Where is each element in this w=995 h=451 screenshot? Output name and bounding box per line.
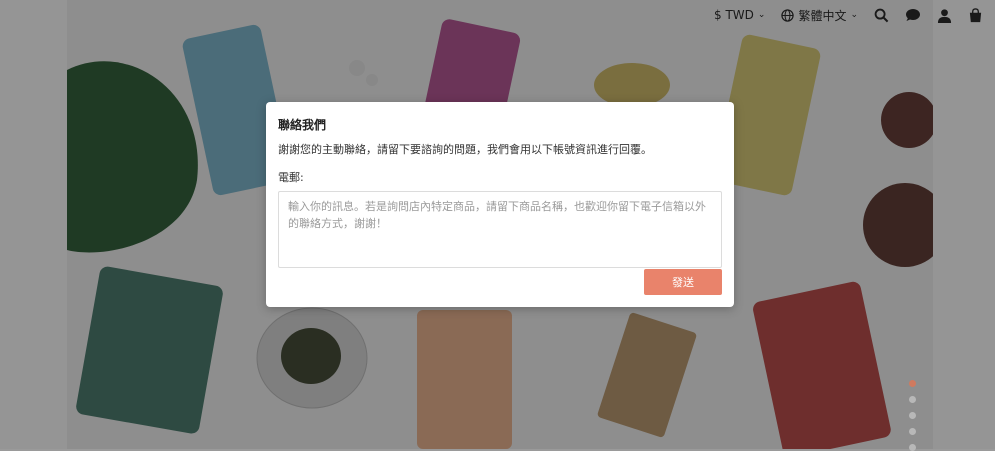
carousel-dots bbox=[909, 380, 916, 451]
chat-button[interactable] bbox=[905, 8, 921, 22]
search-button[interactable] bbox=[874, 8, 889, 23]
contact-modal: 聯絡我們 謝謝您的主動聯絡，請留下要諮詢的問題，我們會用以下帳號資訊進行回覆。 … bbox=[266, 102, 734, 307]
cart-button[interactable] bbox=[968, 7, 983, 23]
currency-selector[interactable]: $ TWD ⌄ bbox=[714, 8, 765, 22]
page-margin-right bbox=[933, 0, 995, 449]
modal-title: 聯絡我們 bbox=[278, 118, 327, 132]
message-input[interactable] bbox=[278, 191, 722, 268]
currency-label: $ TWD bbox=[714, 8, 754, 22]
modal-description: 謝謝您的主動聯絡，請留下要諮詢的問題，我們會用以下帳號資訊進行回覆。 bbox=[278, 143, 652, 156]
carousel-dot[interactable] bbox=[909, 428, 916, 435]
globe-icon bbox=[781, 8, 795, 22]
page-margin-left bbox=[0, 0, 67, 449]
chevron-down-icon: ⌄ bbox=[850, 10, 858, 20]
chevron-down-icon: ⌄ bbox=[757, 10, 766, 20]
language-selector[interactable]: 繁體中文 ⌄ bbox=[781, 7, 858, 24]
account-button[interactable] bbox=[937, 8, 952, 23]
language-label: 繁體中文 bbox=[798, 8, 847, 23]
carousel-dot-active[interactable] bbox=[909, 380, 916, 387]
chat-icon bbox=[906, 9, 920, 21]
user-icon bbox=[937, 8, 952, 23]
carousel-dot[interactable] bbox=[909, 412, 916, 419]
email-label: 電郵: bbox=[278, 171, 304, 184]
bag-icon bbox=[969, 7, 982, 22]
top-navigation: $ TWD ⌄ 繁體中文 ⌄ bbox=[714, 0, 983, 30]
search-icon bbox=[874, 8, 889, 22]
carousel-dot[interactable] bbox=[909, 396, 916, 403]
send-button[interactable]: 發送 bbox=[644, 269, 722, 295]
carousel-dot[interactable] bbox=[909, 444, 916, 451]
